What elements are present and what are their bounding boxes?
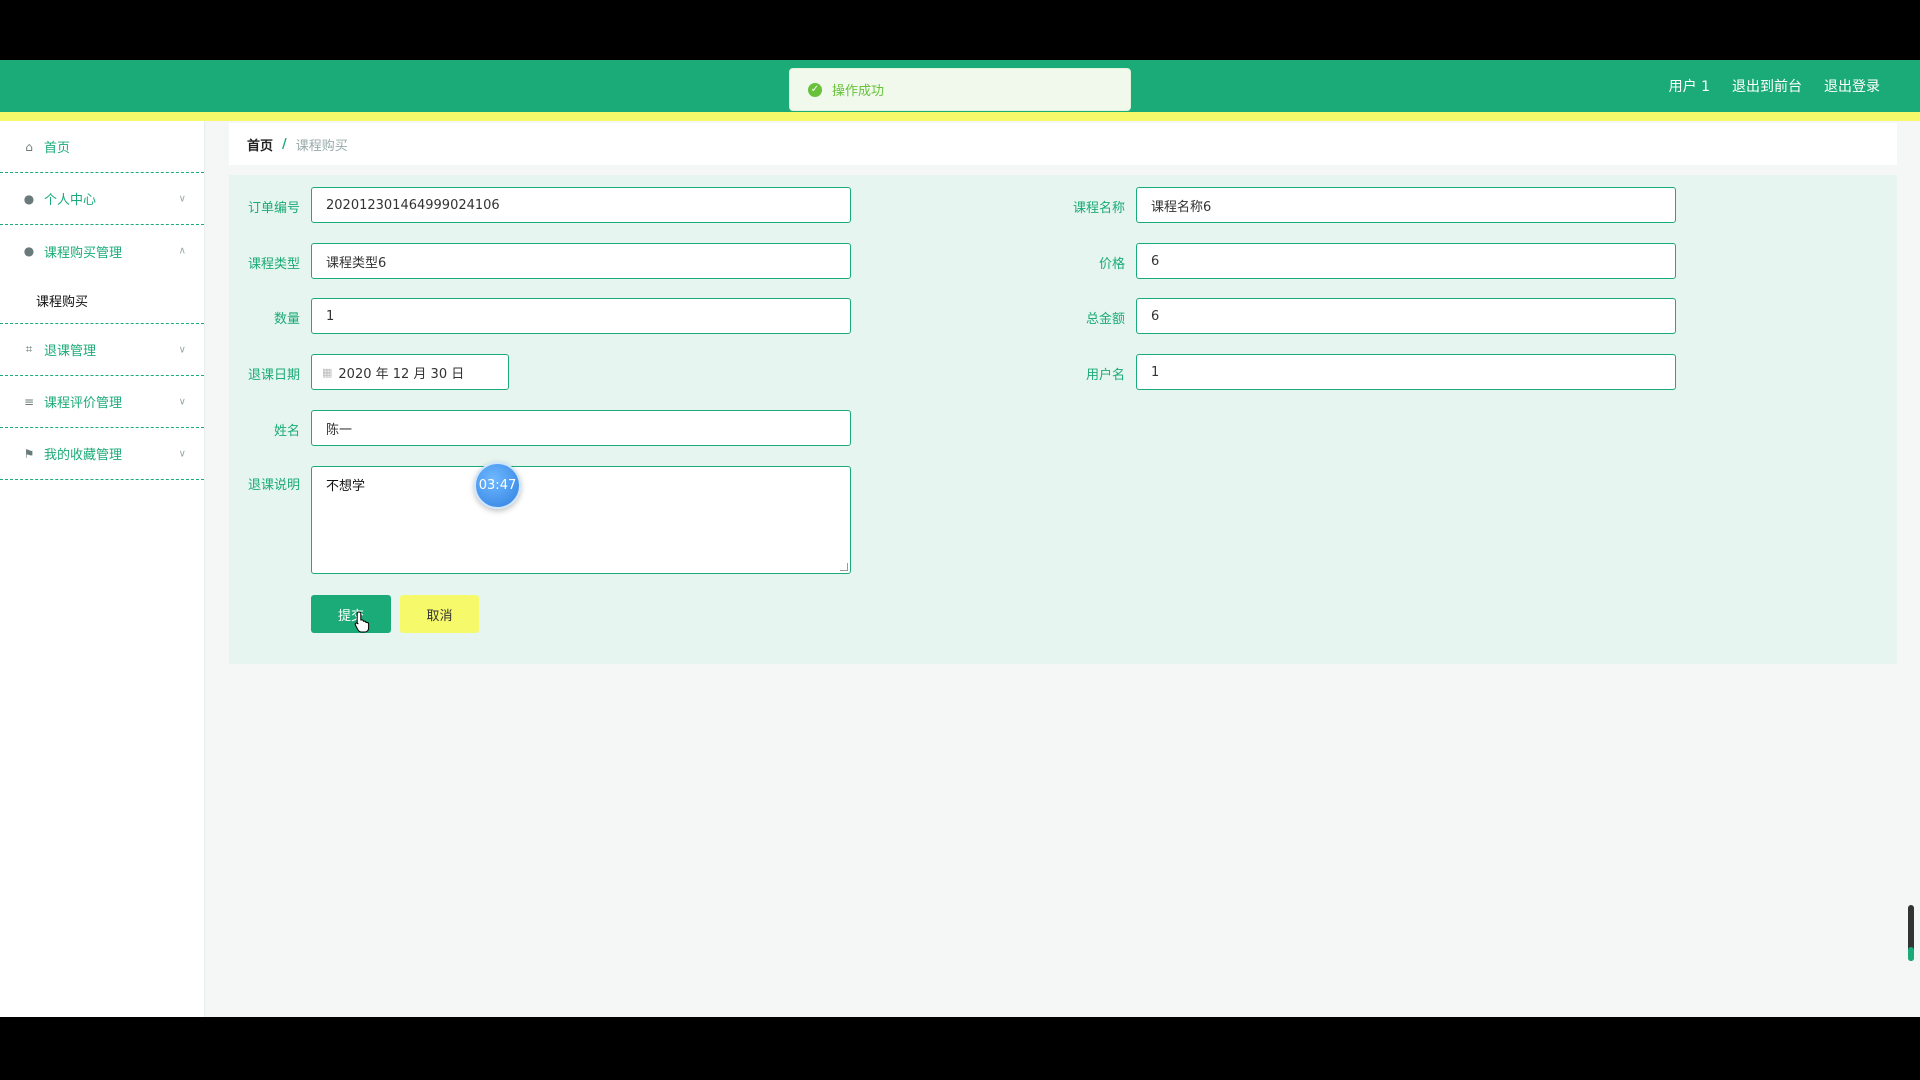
name-input[interactable]: 陈一 — [311, 410, 851, 446]
course-type-label: 课程类型 — [247, 257, 300, 272]
reason-label: 退课说明 — [247, 478, 300, 493]
drop-date-label: 退课日期 — [247, 368, 300, 383]
sidebar-subitem-course-purchase[interactable]: 课程购买 — [0, 277, 204, 323]
recording-timer[interactable]: 03:47 — [474, 462, 521, 509]
success-toast: ✓ 操作成功 — [789, 68, 1131, 111]
exit-to-frontend-link[interactable]: 退出到前台 — [1732, 76, 1802, 96]
quantity-label: 数量 — [273, 312, 300, 327]
total-input[interactable]: 6 — [1136, 298, 1676, 334]
order-no-input[interactable]: 20201230146499902410​6 — [311, 187, 851, 223]
sidebar-subitem-label: 课程购买 — [36, 294, 89, 310]
sidebar: ⌂ 首页 ● 个人中心 ∨ ● 课程购买管理 ∧ 课程购买 ⌗ 退课管理 ∨ ≡… — [0, 121, 205, 1017]
price-input[interactable]: 6 — [1136, 243, 1676, 279]
username-label: 用户名 — [1085, 368, 1125, 383]
sidebar-item-favorites-mgmt[interactable]: ⚑ 我的收藏管理 ∨ — [0, 428, 204, 480]
crop-icon: ⌗ — [25, 342, 33, 356]
sidebar-item-label: 退课管理 — [44, 344, 97, 359]
drop-date-picker[interactable]: ▦ 2020 年 12 月 30 日 — [311, 354, 509, 390]
sidebar-item-label: 首页 — [44, 141, 71, 156]
chevron-down-icon: ∨ — [178, 448, 186, 459]
breadcrumb-current: 课程购买 — [295, 138, 348, 154]
breadcrumb-separator: / — [282, 136, 287, 152]
sidebar-item-label: 课程购买管理 — [44, 245, 123, 261]
total-label: 总金额 — [1085, 312, 1125, 327]
current-user-label: 用户 1 — [1668, 79, 1710, 95]
sidebar-item-course-purchase-mgmt[interactable]: ● 课程购买管理 ∧ — [0, 225, 204, 277]
top-header: 用户 1 退出到前台 退出登录 ✓ 操作成功 — [0, 60, 1920, 112]
drop-date-value: 2020 年 12 月 30 日 — [338, 366, 465, 382]
sidebar-item-course-review-mgmt[interactable]: ≡ 课程评价管理 ∨ — [0, 376, 204, 428]
course-type-input[interactable]: 课程类型6 — [311, 243, 851, 279]
breadcrumb-home[interactable]: 首页 — [247, 135, 273, 154]
timer-text: 03:47 — [478, 478, 517, 493]
page-scrollbar[interactable] — [1908, 905, 1914, 961]
form-panel: 订单编号 20201230146499902410​6 课程名称 课程名称6 课… — [229, 175, 1897, 664]
check-circle-icon: ✓ — [808, 82, 822, 97]
header-links: 用户 1 退出到前台 退出登录 — [1669, 60, 1880, 112]
name-label: 姓名 — [273, 424, 300, 439]
order-no-label: 订单编号 — [247, 201, 300, 216]
reason-textarea[interactable]: 不想学 — [311, 466, 851, 574]
toast-message: 操作成功 — [832, 84, 885, 99]
course-name-input[interactable]: 课程名称6 — [1136, 187, 1676, 223]
user-icon: ● — [23, 191, 35, 206]
sidebar-item-drop-course-mgmt[interactable]: ⌗ 退课管理 ∨ — [0, 324, 204, 376]
sidebar-item-label: 个人中心 — [44, 193, 97, 208]
sidebar-item-personal-center[interactable]: ● 个人中心 ∨ — [0, 173, 204, 225]
submit-button[interactable]: 提交 — [311, 595, 391, 633]
app-frame: 用户 1 退出到前台 退出登录 ✓ 操作成功 ⌂ 首页 ● 个人中心 ∨ ● 课… — [0, 60, 1920, 1017]
sidebar-item-label: 课程评价管理 — [44, 396, 123, 411]
calendar-icon: ▦ — [322, 365, 333, 379]
hand-cursor-icon — [354, 611, 370, 633]
price-label: 价格 — [1098, 257, 1125, 272]
sidebar-item-label: 我的收藏管理 — [44, 448, 123, 463]
user-icon: ● — [23, 244, 35, 258]
reason-text: 不想学 — [326, 479, 366, 494]
breadcrumb: 首页 / 课程购买 — [229, 123, 1897, 165]
sidebar-group-course-purchase: ● 课程购买管理 ∧ 课程购买 — [0, 225, 204, 324]
list-icon: ≡ — [23, 394, 35, 409]
chevron-down-icon: ∨ — [178, 396, 186, 407]
quantity-input[interactable]: 1 — [311, 298, 851, 334]
resize-handle-icon[interactable] — [840, 563, 848, 571]
sidebar-item-home[interactable]: ⌂ 首页 — [0, 121, 204, 173]
logout-link[interactable]: 退出登录 — [1824, 76, 1880, 96]
header-accent-bar — [0, 112, 1920, 121]
flag-icon: ⚑ — [23, 446, 35, 461]
course-name-label: 课程名称 — [1072, 201, 1125, 216]
chevron-down-icon: ∨ — [178, 344, 186, 355]
cancel-button[interactable]: 取消 — [400, 595, 479, 633]
home-icon: ⌂ — [25, 139, 33, 154]
username-input[interactable]: 1 — [1136, 354, 1676, 390]
